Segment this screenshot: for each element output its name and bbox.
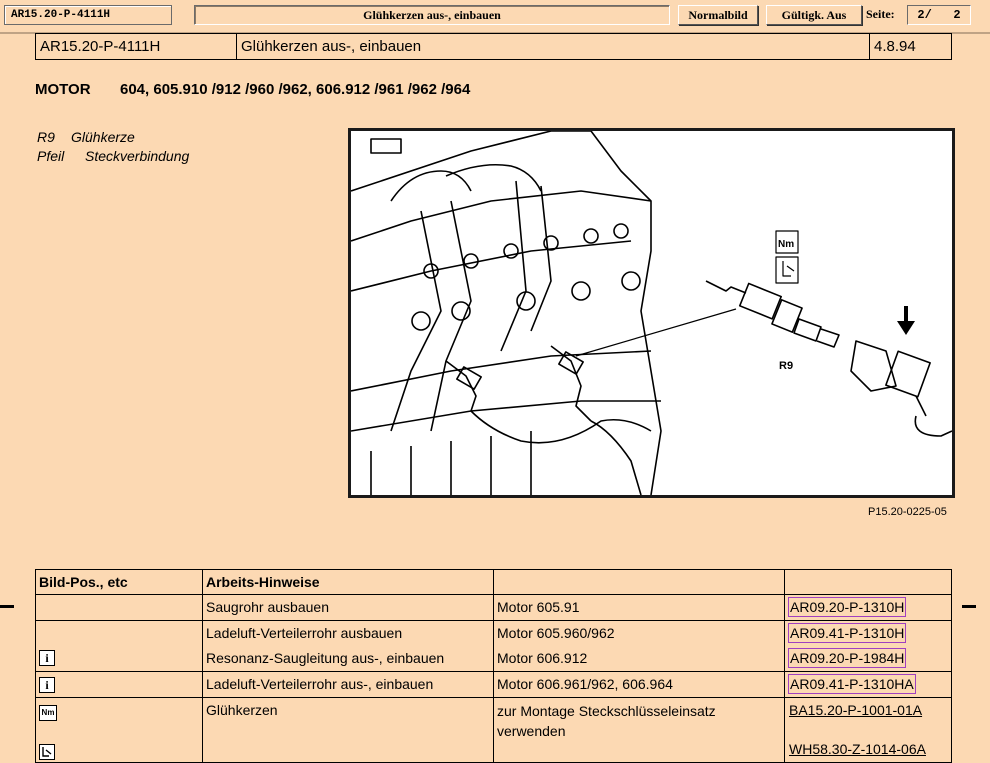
condition-text: zur Montage Steckschlüsseleinsatz verwen…	[493, 697, 785, 763]
column-header-position: Bild-Pos., etc	[35, 569, 203, 595]
condition-text: Motor 606.912	[497, 650, 588, 666]
reference-link[interactable]: WH58.30-Z-1014-06A	[788, 740, 927, 758]
legend-item-pfeil: Pfeil Steckverbindung	[37, 148, 190, 164]
figure-callout-r9: R9	[779, 360, 793, 372]
document-header: AR15.20-P-4111H Glühkerzen aus-, einbaue…	[35, 33, 952, 60]
reference-link[interactable]: AR09.20-P-1984H	[788, 648, 907, 668]
document-code-field: AR15.20-P-4111H	[4, 5, 172, 25]
figure-nm-icon: Nm	[778, 239, 794, 250]
page-current: 2/	[917, 8, 932, 22]
condition-text: Motor 606.961/962, 606.964	[493, 671, 785, 698]
reference-link[interactable]: AR09.41-P-1310H	[788, 623, 907, 643]
task-text: Saugrohr ausbauen	[202, 594, 494, 621]
figure-reference: P15.20-0225-05	[868, 506, 947, 518]
table-row: Saugrohr ausbauen Motor 605.91 AR09.20-P…	[35, 594, 952, 621]
condition-text: Motor 605.91	[493, 594, 785, 621]
figure-legend: R9 Glühkerze Pfeil Steckverbindung	[37, 128, 189, 166]
column-header-reference	[784, 569, 952, 595]
info-icon[interactable]: i	[39, 650, 55, 666]
page-indicator: 2/ 2	[907, 5, 971, 25]
reference-link[interactable]: BA15.20-P-1001-01A	[788, 701, 923, 719]
reference-link[interactable]: AR09.20-P-1310H	[788, 597, 907, 617]
column-header-instructions: Arbeits-Hinweise	[202, 569, 494, 595]
task-text: Ladeluft-Verteilerrohr ausbauen	[206, 625, 403, 641]
table-row: Nm Glühkerzen zur Montage Steckschlüssel…	[35, 697, 952, 763]
toolbar: AR15.20-P-4111H Glühkerzen aus-, einbaue…	[0, 0, 990, 34]
table-row: i Ladeluft-Verteilerrohr aus-, einbauen …	[35, 671, 952, 698]
tool-icon[interactable]	[39, 744, 55, 761]
legend-item-r9: R9 Glühkerze	[37, 129, 135, 145]
left-scroll-marker	[0, 605, 14, 608]
motor-models: 604, 605.910 /912 /960 /962, 606.912 /96…	[120, 81, 471, 98]
column-header-condition	[493, 569, 785, 595]
normal-view-button[interactable]: Normalbild	[678, 5, 758, 25]
header-code: AR15.20-P-4111H	[36, 34, 237, 59]
header-title: Glühkerzen aus-, einbauen	[237, 34, 870, 59]
table-header-row: Bild-Pos., etc Arbeits-Hinweise	[35, 569, 952, 595]
header-date: 4.8.94	[874, 38, 916, 55]
right-scroll-marker	[962, 605, 976, 608]
condition-text: Motor 605.960/962	[497, 625, 615, 641]
page-label: Seite:	[866, 7, 895, 21]
page-total: 2	[953, 8, 961, 22]
document-title-field: Glühkerzen aus-, einbauen	[194, 5, 670, 25]
torque-nm-icon[interactable]: Nm	[39, 705, 57, 722]
reference-link[interactable]: AR09.41-P-1310HA	[788, 674, 916, 694]
engine-illustration: Nm R9	[348, 128, 955, 498]
task-text: Ladeluft-Verteilerrohr aus-, einbauen	[202, 671, 494, 698]
info-icon[interactable]: i	[39, 677, 55, 694]
task-text: Resonanz-Saugleitung aus-, einbauen	[206, 650, 445, 666]
motor-label: MOTOR	[35, 81, 91, 98]
glow-plug-drawing: Nm R9	[351, 131, 952, 495]
validity-off-button[interactable]: Gültigk. Aus	[766, 5, 862, 25]
table-row: i Ladeluft-Verteilerrohr ausbauen Resona…	[35, 620, 952, 672]
motor-line: MOTOR 604, 605.910 /912 /960 /962, 606.91…	[35, 81, 470, 98]
task-text: Glühkerzen	[202, 697, 494, 763]
work-instructions-table: Bild-Pos., etc Arbeits-Hinweise Saugrohr…	[35, 569, 952, 763]
